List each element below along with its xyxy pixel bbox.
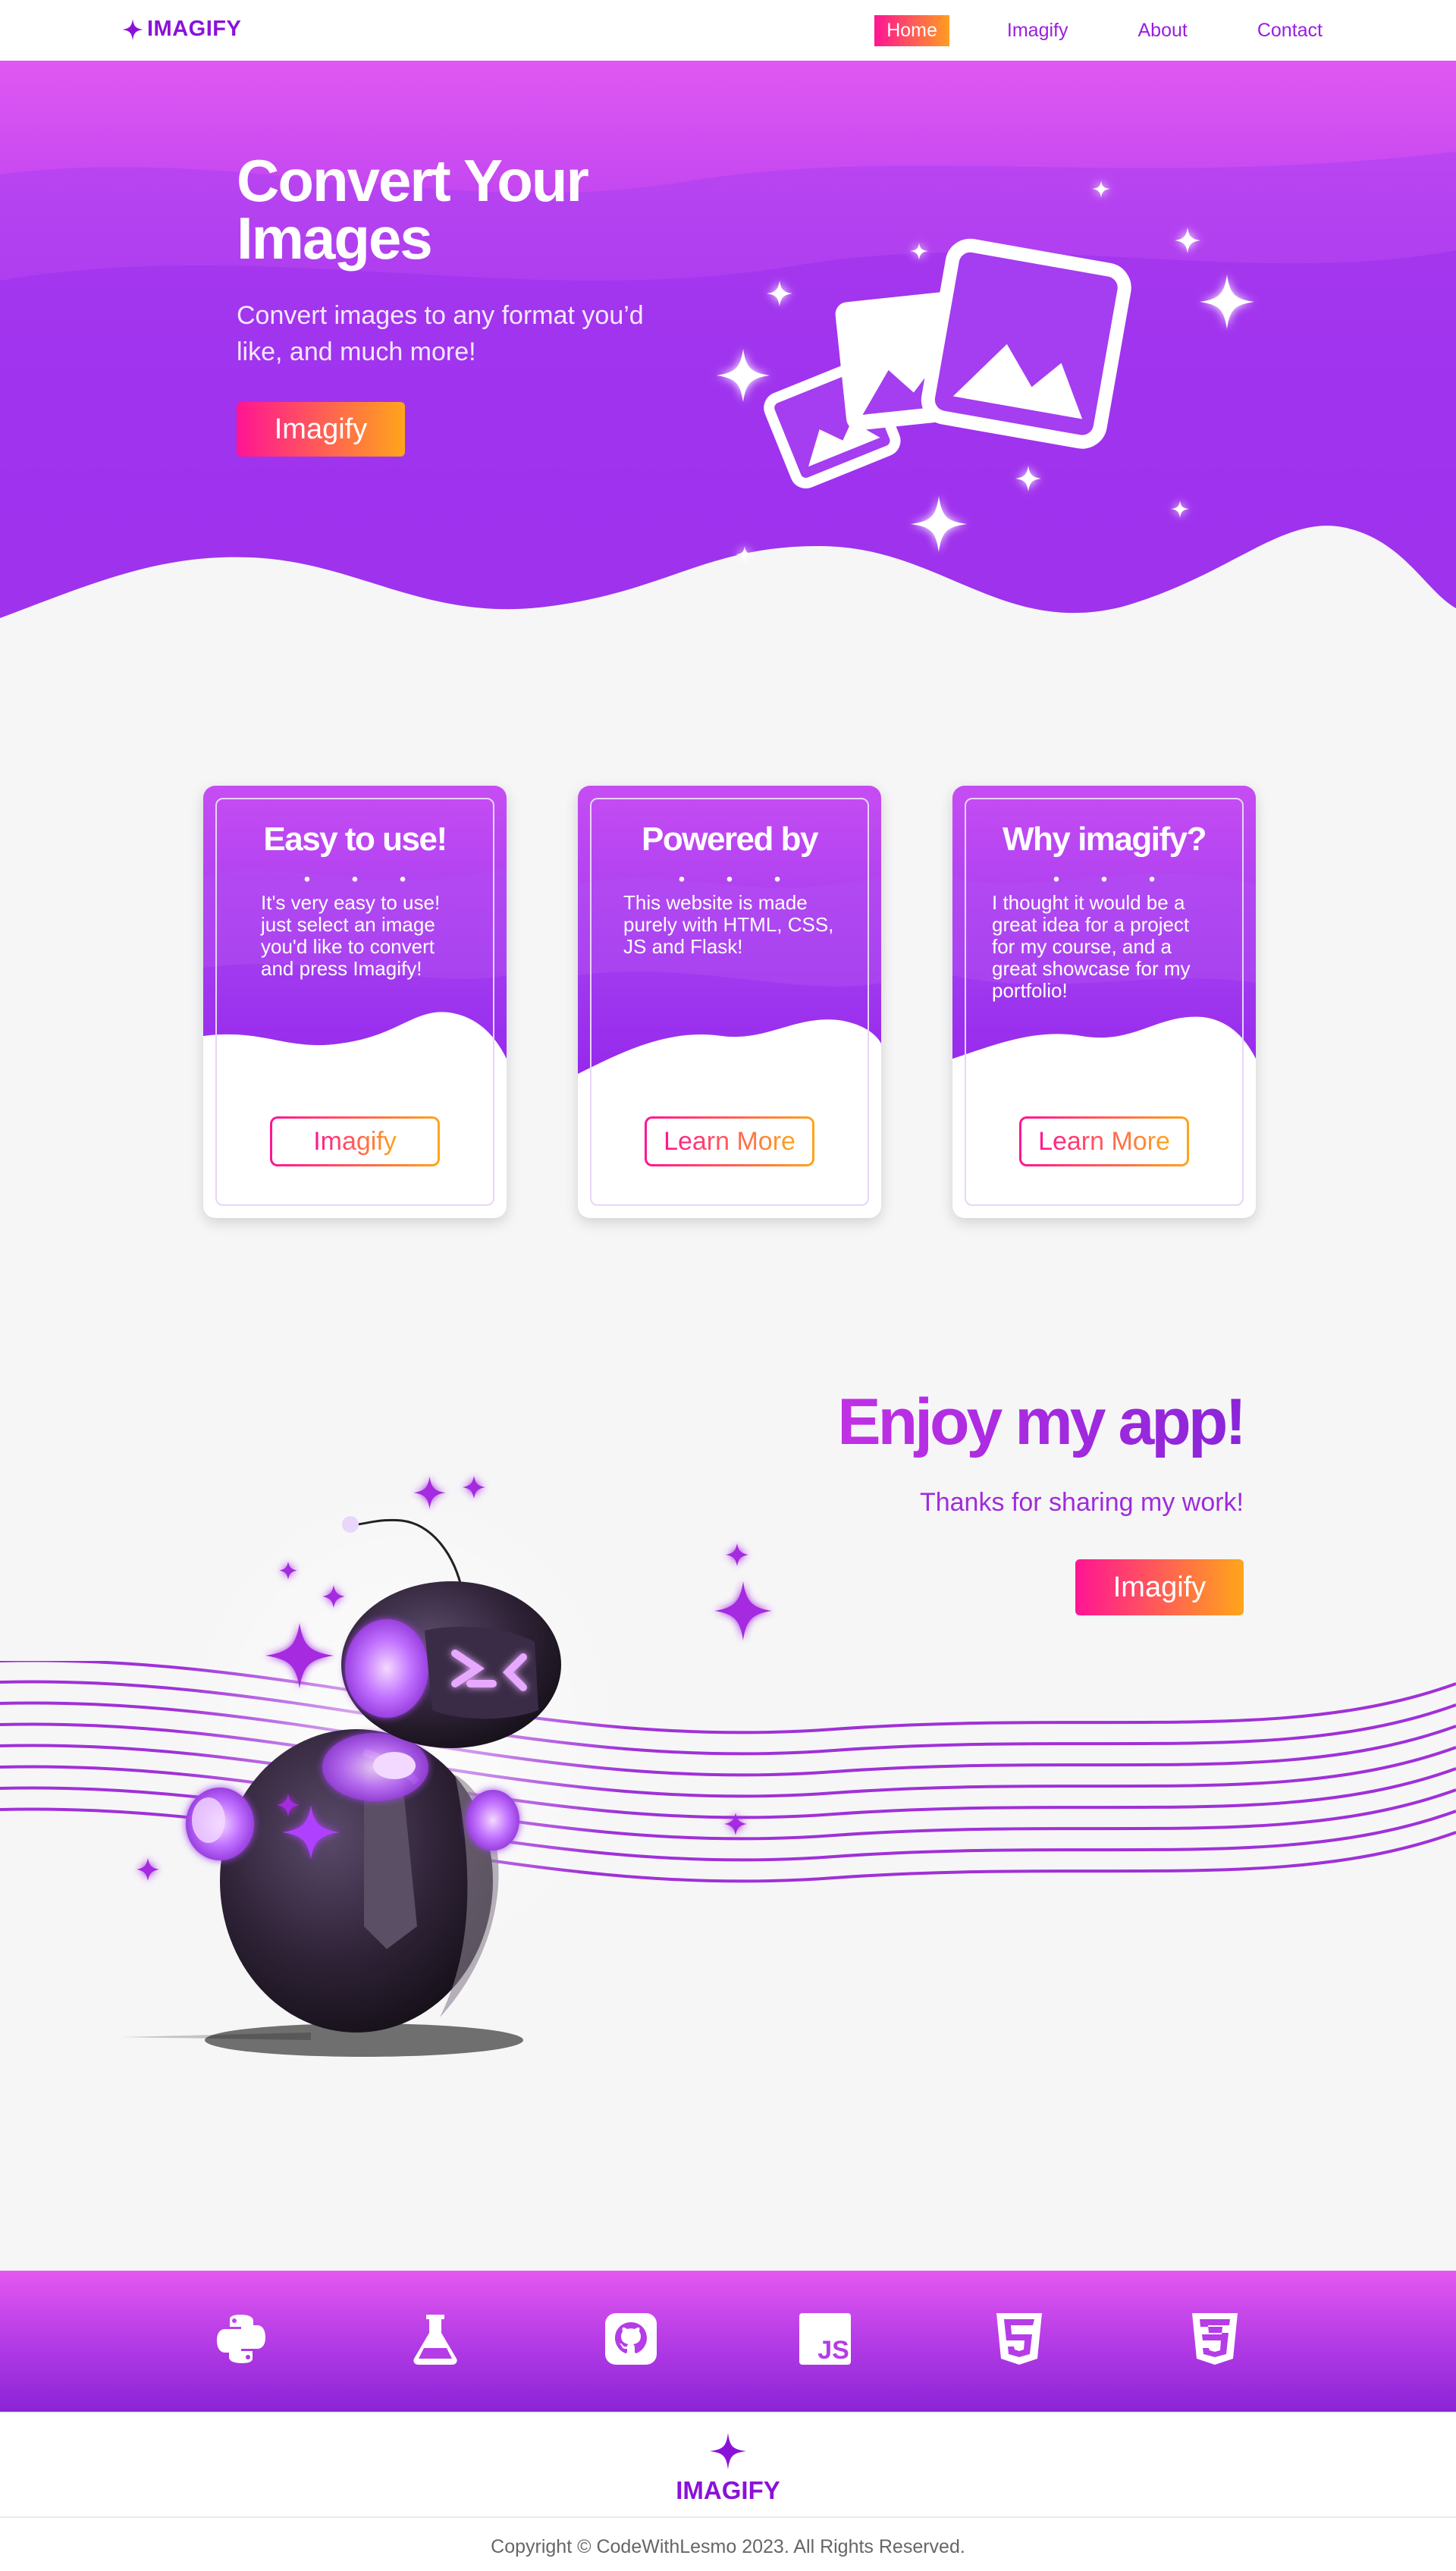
card-dots: • • • <box>303 869 425 890</box>
copyright-text: Copyright © CodeWithLesmo 2023. All Righ… <box>491 2536 965 2557</box>
card-text: This website is made purely with HTML, C… <box>623 891 834 958</box>
card-button-label: Imagify <box>313 1126 397 1156</box>
javascript-icon[interactable]: JS <box>796 2310 854 2368</box>
python-icon[interactable] <box>212 2310 270 2368</box>
logo-text: IMAGIFY <box>147 17 242 41</box>
card-dots: • • • <box>678 869 799 890</box>
card-button-label: Learn More <box>664 1126 795 1156</box>
tech-stack-strip: JS <box>0 2271 1456 2412</box>
nav-contact[interactable]: Contact <box>1245 15 1335 46</box>
card-learn-more-button[interactable]: Learn More <box>1019 1116 1189 1166</box>
hero-imagify-button[interactable]: Imagify <box>237 402 405 457</box>
hero-title: Convert Your Images <box>237 147 589 272</box>
photo-icon-large <box>921 238 1131 449</box>
enjoy-imagify-button[interactable]: Imagify <box>1075 1559 1244 1615</box>
enjoy-title: Enjoy my app! <box>837 1386 1247 1458</box>
image-gallery-illustration <box>717 181 1254 563</box>
card-button-label: Learn More <box>1038 1126 1170 1156</box>
nav-home[interactable]: Home <box>874 15 949 46</box>
sparkle-logo-icon <box>710 2433 746 2469</box>
hero-section: Convert Your Images Convert images to an… <box>0 61 1456 683</box>
footer-divider <box>0 2516 1456 2518</box>
feature-card-why: Why imagify? • • • I thought it would be… <box>952 786 1256 1218</box>
top-navbar: IMAGIFY Home Imagify About Contact <box>0 0 1456 61</box>
feature-card-powered: Powered by • • • This website is made pu… <box>578 786 881 1218</box>
flask-icon[interactable] <box>406 2310 464 2368</box>
nav-links: Home Imagify About Contact <box>874 15 1335 46</box>
hero-subtitle: Convert images to any format you’d like,… <box>237 301 644 366</box>
card-learn-more-button[interactable]: Learn More <box>645 1116 814 1166</box>
footer: IMAGIFY Copyright © CodeWithLesmo 2023. … <box>0 2412 1456 2571</box>
card-text: I thought it would be a great idea for a… <box>992 891 1191 1002</box>
sparkle-logo-icon <box>122 18 143 40</box>
github-icon[interactable] <box>602 2310 660 2368</box>
nav-imagify[interactable]: Imagify <box>995 15 1081 46</box>
feature-card-easy: Easy to use! • • • It's very easy to use… <box>203 786 507 1218</box>
card-title: Powered by <box>642 821 818 858</box>
card-dots: • • • <box>1053 869 1174 890</box>
nav-about[interactable]: About <box>1125 15 1199 46</box>
logo[interactable]: IMAGIFY <box>121 17 241 42</box>
card-title: Easy to use! <box>263 821 447 858</box>
footer-logo-text: IMAGIFY <box>676 2476 780 2504</box>
js-badge-text: JS <box>817 2336 849 2365</box>
footer-logo[interactable]: IMAGIFY <box>0 2431 1456 2505</box>
robot-mascot-illustration <box>121 1476 772 2057</box>
card-text: It's very easy to use! just select an im… <box>261 891 441 980</box>
html5-icon[interactable] <box>990 2310 1048 2368</box>
card-title: Why imagify? <box>1002 821 1207 858</box>
card-imagify-button[interactable]: Imagify <box>270 1116 440 1166</box>
enjoy-subtitle: Thanks for sharing my work! <box>919 1488 1244 1517</box>
css3-icon[interactable] <box>1186 2310 1244 2368</box>
